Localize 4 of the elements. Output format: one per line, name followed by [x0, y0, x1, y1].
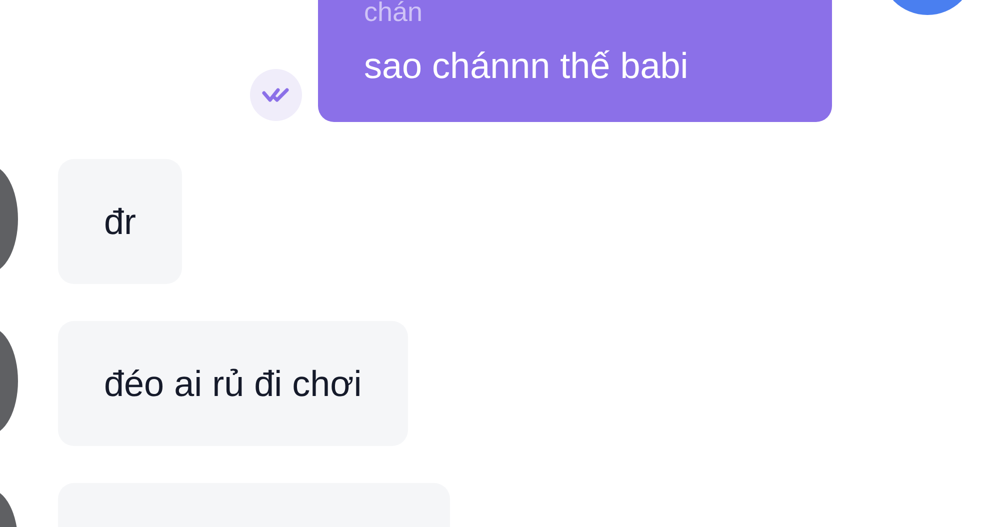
message-text: đéo ai rủ đi chơi — [104, 362, 362, 406]
message-text: đr — [104, 200, 136, 244]
message-text: sao chánnn thế babi — [364, 44, 690, 88]
message-text: chán — [364, 0, 424, 24]
